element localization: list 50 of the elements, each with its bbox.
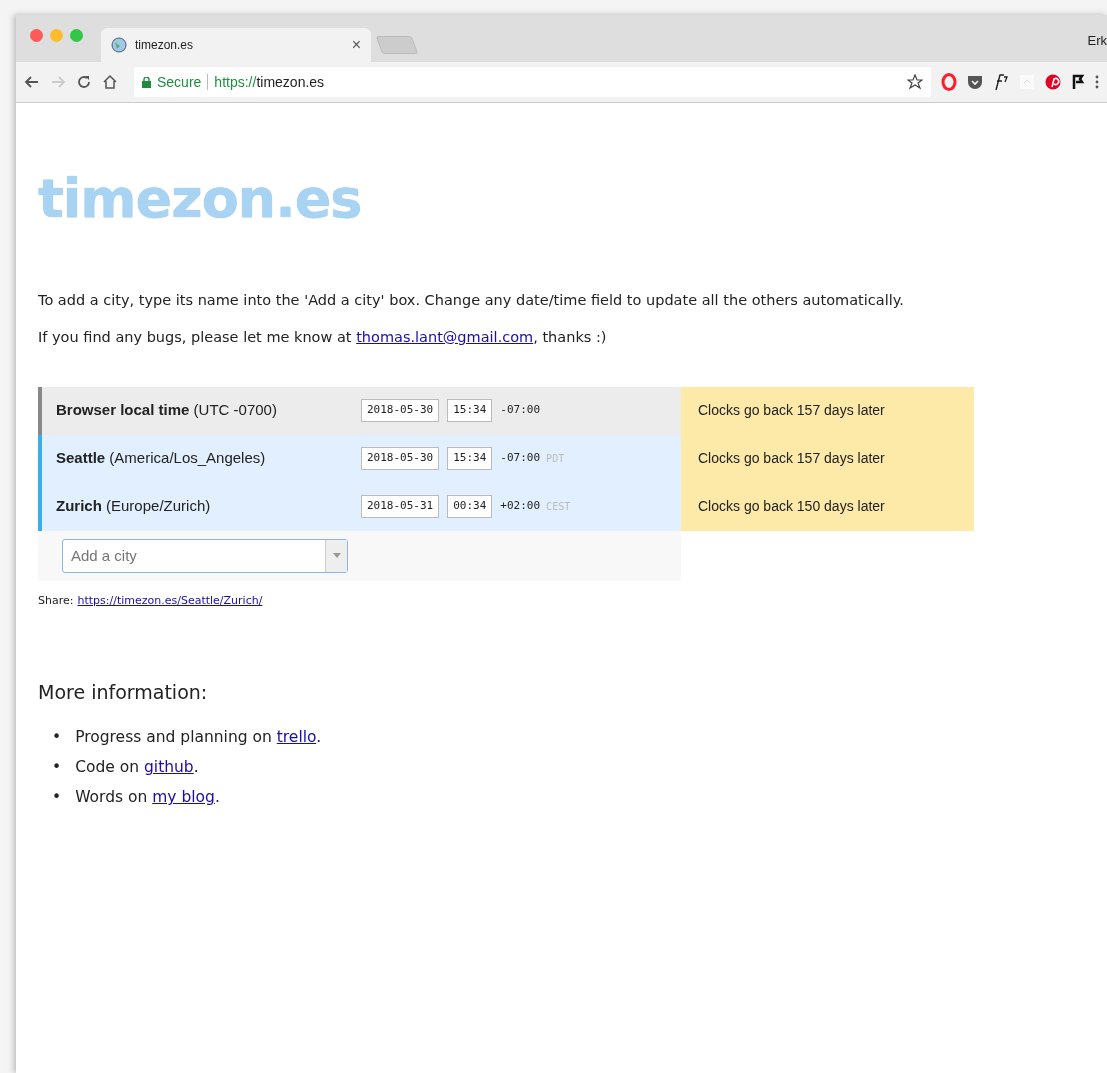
circle-extension-icon[interactable] xyxy=(941,73,957,91)
contact-text: If you find any bugs, please let me know at thomas.lant@gmail.com, thanks :) xyxy=(38,328,608,348)
email-link[interactable]: thomas.lant@gmail.com xyxy=(356,329,534,346)
add-city-field[interactable]: Add a city xyxy=(62,538,348,573)
close-tab-button[interactable]: × xyxy=(351,33,361,57)
time-field[interactable]: 00:34 xyxy=(447,495,493,518)
info-link[interactable]: trello xyxy=(276,727,317,746)
info-item: Words on my blog. xyxy=(75,787,220,809)
dst-note: Clocks go back 157 days later xyxy=(698,401,885,421)
date-field[interactable]: 2018-05-30 xyxy=(361,399,440,422)
utc-offset: -07:00 xyxy=(500,402,541,419)
city-name: Zurich (Europe/Zurich) xyxy=(56,496,212,517)
browser-tab[interactable]: timezon.es × xyxy=(101,28,371,62)
bullet: • xyxy=(52,726,62,748)
info-link[interactable]: my blog xyxy=(152,788,215,807)
section-heading: More information: xyxy=(38,681,209,704)
zone-abbreviation: PDT xyxy=(546,452,565,467)
profile-name[interactable]: Erk xyxy=(1087,31,1107,51)
menu-icon[interactable] xyxy=(1095,74,1099,90)
lock-icon xyxy=(142,76,151,88)
star-icon[interactable] xyxy=(907,74,923,90)
date-field[interactable]: 2018-05-30 xyxy=(361,447,440,470)
bullet: • xyxy=(52,787,62,809)
share-label: Share: xyxy=(38,592,74,609)
utc-offset: -07:00 xyxy=(500,450,541,467)
back-icon[interactable] xyxy=(24,74,40,90)
zone-abbreviation: CEST xyxy=(546,500,571,515)
caret-icon xyxy=(332,553,341,559)
date-field[interactable]: 2018-05-31 xyxy=(361,495,440,518)
utc-offset: +02:00 xyxy=(500,498,541,515)
city-name: Browser local time (UTC -0700) xyxy=(56,400,278,421)
time-field[interactable]: 15:34 xyxy=(447,399,493,422)
instructions-text: To add a city, type its name into the 'Add a city' box. Change any date/time field to update all the others automatically. xyxy=(38,290,905,310)
info-link[interactable]: github xyxy=(144,758,194,777)
city-name: Seattle (America/Los_Angeles) xyxy=(56,448,267,469)
time-field[interactable]: 15:34 xyxy=(447,447,493,470)
pocket-icon[interactable] xyxy=(967,74,983,90)
flag-extension-icon[interactable] xyxy=(1071,74,1085,90)
bullet: • xyxy=(52,757,62,779)
reload-icon[interactable] xyxy=(76,74,92,90)
info-item: Progress and planning on trello. xyxy=(75,726,322,748)
function-extension-icon[interactable] xyxy=(993,73,1009,91)
address-bar[interactable]: Secure https://timezon.es xyxy=(134,67,931,97)
home-icon[interactable] xyxy=(102,74,118,90)
dst-note: Clocks go back 150 days later xyxy=(698,497,885,517)
pin-extension-icon[interactable] xyxy=(1045,74,1061,90)
dst-note: Clocks go back 157 days later xyxy=(698,449,885,469)
info-item: Code on github. xyxy=(75,757,199,779)
share-link[interactable]: https://timezon.es/Seattle/Zurich/ xyxy=(77,592,263,610)
globe-icon xyxy=(111,37,127,53)
